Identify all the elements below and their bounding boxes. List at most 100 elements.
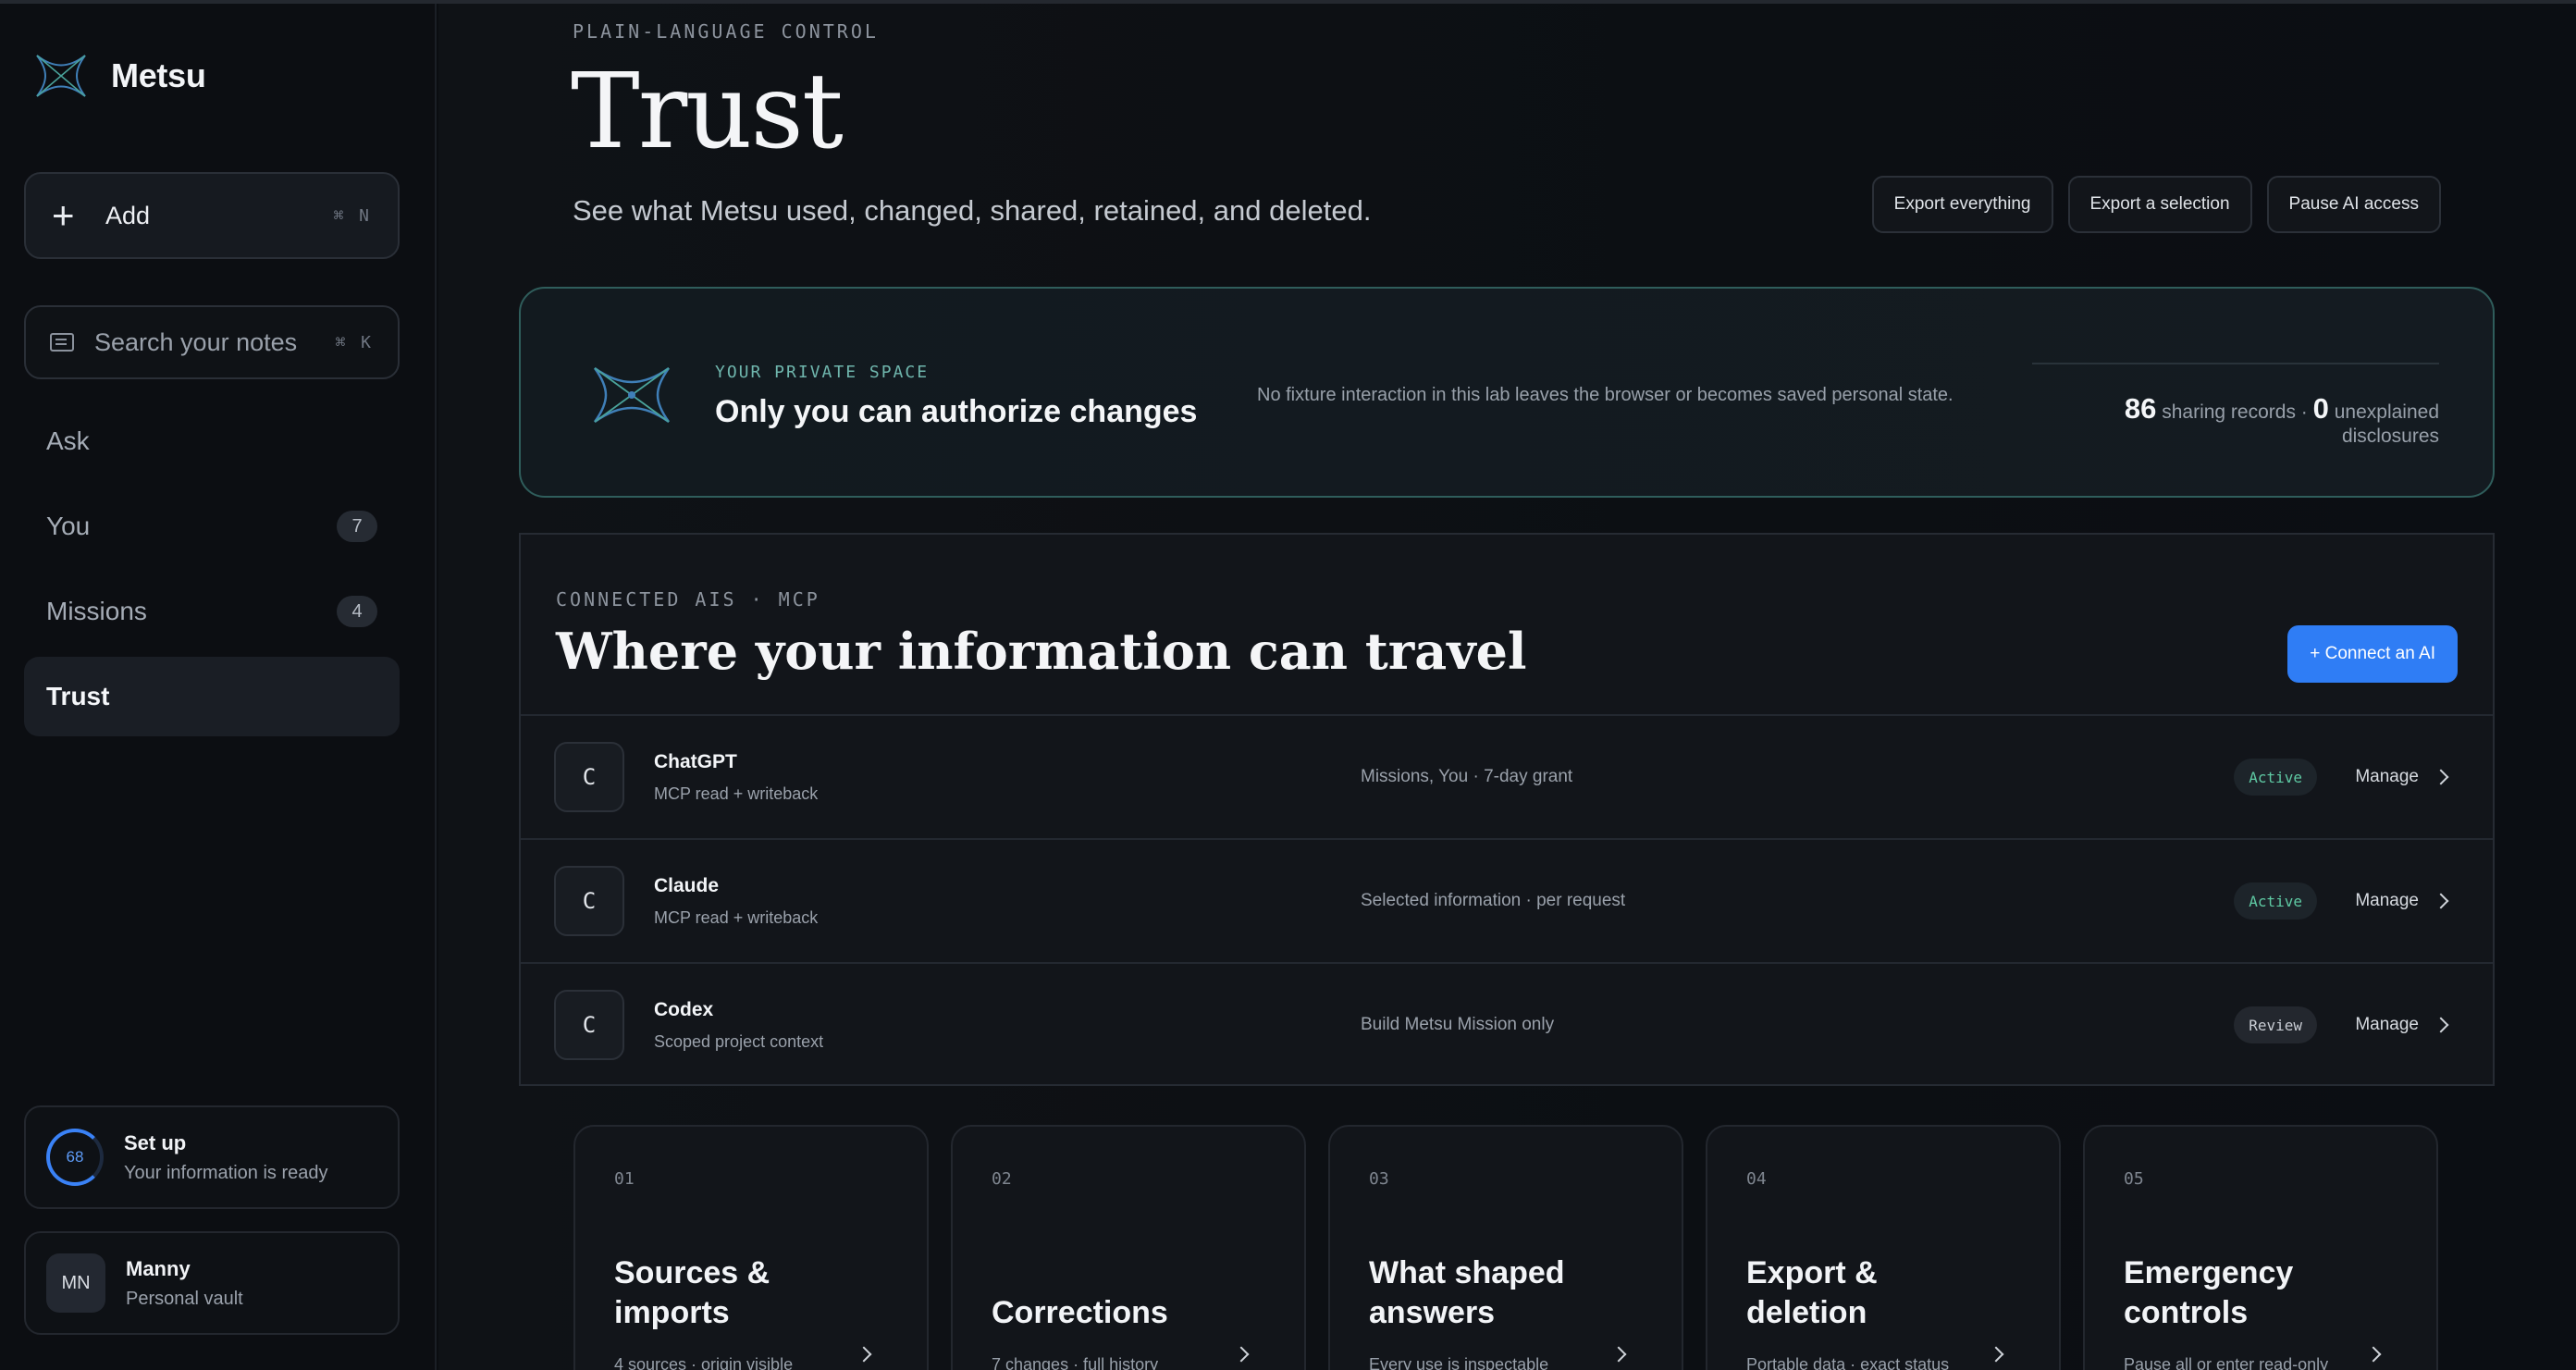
chevron-right-icon (2433, 1017, 2449, 1033)
status-badge: Active (2234, 759, 2317, 796)
ai-access: Scoped project context (654, 1031, 824, 1051)
chevron-right-icon (2365, 1346, 2382, 1363)
sidebar: Metsu + Add ⌘ N Search your notes ⌘ K As… (0, 4, 437, 1370)
card-number: 04 (1746, 1169, 1767, 1189)
card-title: Corrections (992, 1294, 1168, 1330)
ai-access: MCP read + writeback (654, 784, 819, 803)
progress-value: 68 (66, 1148, 84, 1166)
ai-letter-icon: C (554, 742, 624, 812)
sidebar-item-trust[interactable]: Trust (24, 657, 400, 736)
page-title: Trust (571, 52, 844, 172)
manage-label: Manage (2355, 1015, 2419, 1034)
sidebar-item-label: Trust (46, 682, 110, 710)
search-shortcut: ⌘ K (335, 332, 374, 352)
card-number: 03 (1369, 1169, 1389, 1189)
unexplained-label: unexplained disclosures (2334, 401, 2439, 447)
card-title: What shaped answers (1369, 1255, 1565, 1330)
ai-row-codex[interactable]: C Codex Scoped project context Build Met… (521, 962, 2493, 1086)
user-card[interactable]: MN Manny Personal vault (24, 1231, 400, 1335)
card-export-deletion[interactable]: 04 Export & deletion Portable data · exa… (1706, 1125, 2061, 1370)
pause-ai-access-button[interactable]: Pause AI access (2266, 176, 2441, 233)
card-corrections[interactable]: 02 Corrections 7 changes · full history (951, 1125, 1306, 1370)
card-subtitle: Every use is inspectable (1369, 1355, 1549, 1370)
setup-subtitle: Your information is ready (124, 1162, 328, 1183)
export-selection-button[interactable]: Export a selection (2067, 176, 2252, 233)
page-eyebrow: PLAIN-LANGUAGE CONTROL (573, 20, 879, 43)
setup-title: Set up (124, 1130, 187, 1154)
ai-row-claude[interactable]: C Claude MCP read + writeback Selected i… (521, 838, 2493, 962)
sidebar-item-you[interactable]: You 7 (24, 487, 400, 566)
card-what-shaped-answers[interactable]: 03 What shaped answers Every use is insp… (1328, 1125, 1683, 1370)
private-space-panel: YOUR PRIVATE SPACE Only you can authoriz… (519, 287, 2495, 498)
ai-scope: Missions, You · 7-day grant (1361, 767, 1573, 786)
connected-ai-list: C ChatGPT MCP read + writeback Missions,… (521, 714, 2493, 1086)
connected-heading: Where your information can travel (556, 622, 1527, 681)
unexplained-count: 0 (2312, 392, 2329, 425)
search-input[interactable]: Search your notes ⌘ K (24, 305, 400, 379)
card-title: Sources & imports (614, 1255, 770, 1330)
ai-letter-icon: C (554, 866, 624, 936)
sidebar-item-ask[interactable]: Ask (24, 401, 400, 481)
sidebar-item-label: Missions (46, 597, 147, 625)
private-space-note: No fixture interaction in this lab leave… (1257, 385, 1954, 405)
sharing-records-label: sharing records (2162, 401, 2296, 423)
connected-eyebrow: CONNECTED AIS · MCP (556, 588, 820, 611)
card-title: Export & deletion (1746, 1255, 1878, 1330)
user-subtitle: Personal vault (126, 1288, 243, 1309)
main-content: PLAIN-LANGUAGE CONTROL Trust See what Me… (438, 4, 2576, 1370)
sidebar-item-missions[interactable]: Missions 4 (24, 572, 400, 651)
manage-label: Manage (2355, 767, 2419, 786)
count-badge: 7 (337, 511, 377, 542)
trust-cards: 01 Sources & imports 4 sources · origin … (573, 1125, 2438, 1370)
progress-ring: 68 (46, 1129, 104, 1186)
add-button[interactable]: + Add ⌘ N (24, 172, 400, 259)
card-subtitle: Pause all or enter read-only (2124, 1355, 2329, 1370)
chevron-right-icon (2433, 769, 2449, 785)
metsu-logo-icon (36, 55, 86, 97)
ai-scope: Build Metsu Mission only (1361, 1015, 1555, 1034)
add-label: Add (105, 201, 151, 229)
sidebar-item-label: Ask (46, 426, 90, 455)
disclosure-stats: 86 sharing records · 0 unexplained discl… (2032, 363, 2439, 448)
manage-link[interactable]: Manage (2355, 767, 2449, 787)
sidebar-item-label: You (46, 512, 91, 540)
ai-name: ChatGPT (654, 750, 737, 772)
brand[interactable]: Metsu (33, 50, 206, 102)
stats-separator: · (2300, 401, 2308, 423)
search-placeholder: Search your notes (94, 327, 298, 356)
sharing-records-count: 86 (2124, 392, 2157, 425)
card-number: 02 (992, 1169, 1012, 1189)
sidebar-nav: Ask You 7 Missions 4 Trust (24, 401, 400, 742)
status-badge: Active (2234, 882, 2317, 920)
chevron-right-icon (1988, 1346, 2004, 1363)
connected-ais-panel: CONNECTED AIS · MCP Where your informati… (519, 533, 2495, 1086)
ai-name: Claude (654, 874, 720, 896)
card-sources-imports[interactable]: 01 Sources & imports 4 sources · origin … (573, 1125, 929, 1370)
manage-link[interactable]: Manage (2355, 1015, 2449, 1035)
ai-access: MCP read + writeback (654, 907, 819, 927)
card-subtitle: 4 sources · origin visible (614, 1355, 794, 1370)
manage-link[interactable]: Manage (2355, 891, 2449, 911)
private-space-heading: Only you can authorize changes (715, 394, 1198, 429)
card-emergency-controls[interactable]: 05 Emergency controls Pause all or enter… (2083, 1125, 2438, 1370)
card-number: 01 (614, 1169, 635, 1189)
card-number: 05 (2124, 1169, 2144, 1189)
notes-icon (50, 333, 74, 352)
connect-ai-button[interactable]: + Connect an AI (2287, 625, 2458, 683)
page-subtitle: See what Metsu used, changed, shared, re… (573, 194, 1372, 227)
ai-name: Codex (654, 998, 714, 1020)
card-subtitle: 7 changes · full history (992, 1355, 1159, 1370)
chevron-right-icon (2433, 893, 2449, 909)
count-badge: 4 (337, 596, 377, 627)
private-space-icon (593, 366, 671, 424)
plus-icon: + (52, 193, 75, 237)
avatar: MN (46, 1253, 105, 1313)
export-everything-button[interactable]: Export everything (1871, 176, 2053, 233)
header-actions: Export everything Export a selection Pau… (1871, 176, 2441, 233)
setup-progress-card[interactable]: 68 Set up Your information is ready (24, 1105, 400, 1209)
private-space-label: YOUR PRIVATE SPACE (715, 363, 930, 382)
chevron-right-icon (1233, 1346, 1250, 1363)
manage-label: Manage (2355, 891, 2419, 910)
ai-row-chatgpt[interactable]: C ChatGPT MCP read + writeback Missions,… (521, 714, 2493, 838)
app-name: Metsu (111, 56, 206, 94)
